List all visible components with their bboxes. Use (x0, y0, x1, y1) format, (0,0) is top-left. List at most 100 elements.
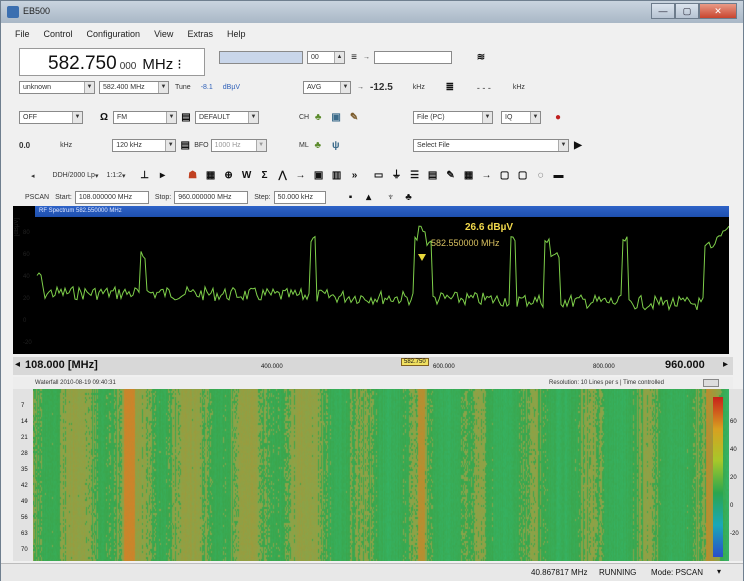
file-source-select[interactable]: File (PC) ▼ (413, 111, 493, 124)
stop-input[interactable]: 960.000000 MHz (174, 191, 249, 204)
grid-icon[interactable]: ▦ (204, 169, 218, 182)
headphone-icon[interactable]: Ω (97, 111, 111, 124)
peak-icon[interactable]: ⋀ (276, 169, 290, 182)
print-icon[interactable]: ▭ (372, 169, 386, 182)
spectrum-trace (36, 225, 729, 312)
page-icon[interactable]: ▢ (498, 169, 512, 182)
bandwidth-select[interactable]: 120 kHz ▼ (112, 139, 177, 152)
off-select[interactable]: OFF ▼ (19, 111, 83, 124)
app-icon (7, 6, 19, 18)
minimize-button[interactable]: — (651, 3, 675, 19)
window-icon[interactable]: ▦ (462, 169, 476, 182)
menu-control[interactable]: Control (44, 29, 73, 43)
tune-icon[interactable]: ⏚ (390, 169, 404, 182)
tune-value: -8.1 (200, 84, 213, 91)
doc-icon[interactable]: ▤ (426, 169, 440, 182)
record-icon[interactable]: ▣ (329, 111, 343, 124)
chat-icon[interactable]: ◌ (534, 169, 548, 182)
spectrum-y-tick: 80 (23, 230, 30, 236)
squelch-icon[interactable]: ≋ (474, 51, 488, 64)
open-icon[interactable]: ▴ (362, 191, 376, 204)
default-select[interactable]: DEFAULT ▼ (195, 111, 259, 124)
spectrum-y-tick: 60 (23, 252, 30, 258)
waterfall-color-scale (713, 397, 723, 557)
stop-label: Stop: (154, 194, 172, 201)
frequency-unit: MHz (142, 56, 174, 73)
measure-value: -12.5 (370, 82, 393, 93)
alarm-icon[interactable]: ☗ (186, 169, 200, 182)
level-unit: kHz (60, 142, 73, 149)
person2-icon[interactable]: ♣ (311, 139, 325, 152)
measure-icon[interactable]: ≣ (443, 81, 457, 94)
axis-right-arrow[interactable]: ▸ (723, 359, 728, 370)
title-bar: EB500 — ▢ ✕ (1, 1, 743, 23)
spectrum-y-tick: 0 (23, 318, 27, 324)
table-icon[interactable]: ▣ (312, 169, 326, 182)
person-select-icon[interactable]: ♣ (402, 191, 416, 204)
freq-tick-1: 400.000 (261, 364, 283, 370)
spectrum-y-tick: -20 (23, 340, 32, 346)
marker-icon[interactable]: ⊥ (138, 169, 152, 182)
arrow-icon[interactable]: → (480, 169, 494, 182)
axis-left-arrow[interactable]: ◂ (15, 359, 20, 370)
mhz-select[interactable]: 582.400 MHz ▼ (99, 81, 169, 94)
jump-icon[interactable]: » (348, 169, 362, 182)
record-red-icon[interactable]: ● (551, 111, 565, 124)
frequency-display[interactable]: 582.750 000 MHz ⁝ (19, 48, 205, 76)
save-icon[interactable]: ▪ (344, 191, 358, 204)
waterfall-title: Waterfall 2010-08-19 09:40:31 (35, 380, 116, 386)
frequency-spin-icon[interactable]: ⁝ (177, 56, 181, 73)
ddc-label: DDH/2000 Lp (52, 172, 95, 179)
zoom-icon[interactable]: ⊕ (222, 169, 236, 182)
avg-select[interactable]: AVG ▼ (303, 81, 351, 94)
play-file-icon[interactable]: ▶ (571, 139, 585, 152)
level-slider[interactable] (219, 51, 303, 64)
iq-select[interactable]: IQ ▼ (501, 111, 541, 124)
maximize-button[interactable]: ▢ (675, 3, 699, 19)
frequency-axis: ◂ 108.000 [MHz] 400.000 582.750 600.000 … (13, 357, 733, 375)
dash-unit: kHz (512, 84, 525, 91)
spectrum-display[interactable]: RF Spectrum 582.550000 MHz 80 60 40 20 0 -20 … (13, 206, 729, 354)
bfo-icon[interactable]: ▤ (178, 139, 192, 152)
status-state: RUNNING (599, 568, 637, 577)
menu-extras[interactable]: Extras (187, 29, 213, 43)
waterfall-time-tick: 56 (21, 515, 28, 521)
select-file-input[interactable]: Select File ▼ (413, 139, 569, 152)
monitor-icon[interactable]: ▬ (552, 169, 566, 182)
waterfall-time-tick: 63 (21, 531, 28, 537)
step-input[interactable]: 50.000 kHz (273, 191, 326, 204)
waterfall-canvas[interactable] (33, 389, 729, 561)
start-input[interactable]: 108.000000 MHz (74, 191, 149, 204)
antenna-icon[interactable]: ψ (329, 139, 343, 152)
menu-help[interactable]: Help (227, 29, 246, 43)
range-slider[interactable] (374, 51, 452, 64)
mode-dropdown-icon[interactable]: ▾ (717, 567, 721, 576)
person-icon[interactable]: ♣ (311, 111, 325, 124)
menu-configuration[interactable]: Configuration (87, 29, 141, 43)
sum-icon[interactable]: Σ (258, 169, 272, 182)
page2-icon[interactable]: ▢ (516, 169, 530, 182)
next-icon[interactable]: ▸ (156, 169, 170, 182)
bfo-select[interactable]: 1000 Hz ▼ (210, 139, 267, 152)
list-icon[interactable]: ☰ (408, 169, 422, 182)
demod-select[interactable]: FM ▼ (113, 111, 177, 124)
marker-to-icon[interactable]: → (294, 169, 308, 182)
waterfall-time-tick: 42 (21, 483, 28, 489)
mode-select[interactable]: unknown ▼ (19, 81, 95, 94)
chart-icon[interactable]: ▥ (330, 169, 344, 182)
edit-icon[interactable]: ✎ (444, 169, 458, 182)
close-button[interactable]: ✕ (699, 3, 737, 19)
att-icon[interactable]: ≡ (347, 51, 361, 64)
wave-icon[interactable]: W (240, 169, 254, 182)
menu-view[interactable]: View (154, 29, 173, 43)
marker-level: 26.6 dBµV (465, 222, 514, 233)
menu-file[interactable]: File (15, 29, 30, 43)
waterfall-scale-tick: 0 (730, 503, 734, 509)
waterfall-settings-icon[interactable] (703, 379, 719, 387)
waterfall-time-tick: 35 (21, 467, 28, 473)
antenna-select-icon[interactable]: ♆ (384, 191, 398, 204)
agc-icon[interactable]: ▤ (179, 111, 193, 124)
frequency-main: 582.750 (48, 53, 117, 74)
attenuation-select[interactable]: 00 ▲ (307, 51, 345, 64)
tool-icon[interactable]: ✎ (347, 111, 361, 124)
